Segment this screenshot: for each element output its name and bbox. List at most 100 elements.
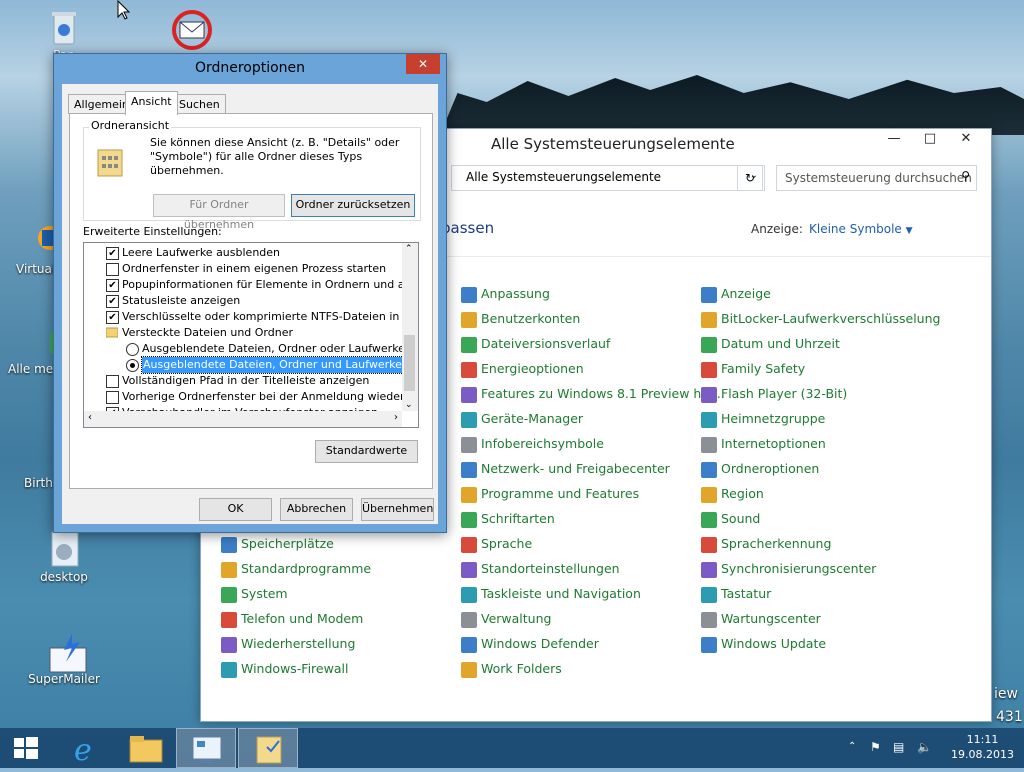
control-panel-item[interactable]: Verwaltung (461, 608, 551, 630)
control-panel-item[interactable]: Tastatur (701, 583, 771, 605)
view-dropdown[interactable]: Kleine Symbole ▼ (809, 222, 913, 236)
control-panel-item-label: Windows-Firewall (241, 661, 349, 676)
taskbar-control-panel[interactable] (176, 728, 236, 768)
settings-file-icon (46, 530, 82, 567)
control-panel-item[interactable]: BitLocker-Laufwerkverschlüsselung (701, 308, 940, 330)
control-panel-item-label: Anpassung (481, 286, 550, 301)
scroll-down-icon[interactable]: ⌄ (405, 400, 413, 410)
cancel-button[interactable]: Abbrechen (280, 498, 353, 521)
control-panel-item-icon (701, 361, 717, 378)
address-bar[interactable]: Alle Systemsteuerungselemente ⌄ (451, 165, 765, 191)
setting-label: Ordnerfenster in einem eigenen Prozess s… (122, 262, 387, 275)
setting-radio[interactable] (126, 359, 139, 372)
taskbar-file-explorer[interactable] (116, 728, 176, 768)
close-button[interactable]: ✕ (406, 54, 440, 74)
minimize-button[interactable]: — (877, 129, 911, 149)
control-panel-item[interactable]: System (221, 583, 288, 605)
setting-label: Vorherige Ordnerfenster bei der Anmeldun… (122, 390, 419, 403)
control-panel-item[interactable]: Family Safety (701, 358, 805, 380)
search-placeholder: Systemsteuerung durchsuchen (785, 171, 972, 185)
folder-icon (105, 325, 119, 344)
control-panel-item[interactable]: Energieoptionen (461, 358, 584, 380)
scroll-right-icon[interactable]: › (394, 412, 398, 423)
setting-checkbox[interactable]: ✔ (106, 247, 119, 260)
control-panel-item-icon (461, 536, 477, 553)
setting-radio[interactable] (126, 343, 139, 356)
control-panel-item[interactable]: Features zu Windows 8.1 Preview hin... (461, 383, 725, 405)
desktop-icon-supermailer[interactable]: SuperMailer (24, 632, 104, 686)
control-panel-item[interactable]: Standardprogramme (221, 558, 371, 580)
advanced-settings-list[interactable]: ✔ Leere Laufwerke ausblenden Ordnerfenster… (83, 242, 419, 428)
mail-shortcut-icon[interactable] (168, 8, 216, 53)
setting-checkbox[interactable]: ✔ (106, 295, 119, 308)
control-panel-item[interactable]: Sprache (461, 533, 532, 555)
scroll-left-icon[interactable]: ‹ (88, 412, 92, 423)
control-panel-item[interactable]: Anzeige (701, 283, 771, 305)
control-panel-item[interactable]: Windows-Firewall (221, 658, 348, 680)
taskbar-internet-explorer[interactable]: e (56, 728, 116, 768)
control-panel-item[interactable]: Datum und Uhrzeit (701, 333, 840, 355)
control-panel-item[interactable]: Programme und Features (461, 483, 639, 505)
control-panel-item[interactable]: Work Folders (461, 658, 562, 680)
control-panel-item[interactable]: Spracherkennung (701, 533, 831, 555)
control-panel-item[interactable]: Dateiversionsverlauf (461, 333, 610, 355)
control-panel-item-icon (461, 461, 477, 478)
start-button[interactable] (0, 728, 60, 768)
control-panel-item[interactable]: Netzwerk- und Freigabecenter (461, 458, 670, 480)
control-panel-item[interactable]: Sound (701, 508, 760, 530)
control-panel-item[interactable]: Geräte-Manager (461, 408, 583, 430)
restore-defaults-button[interactable]: Standardwerte (315, 440, 418, 463)
setting-checkbox[interactable] (106, 375, 119, 388)
show-hidden-icons-button[interactable]: ⌃ (848, 741, 856, 752)
apply-button[interactable]: Übernehmen (361, 498, 434, 521)
setting-checkbox[interactable]: ✔ (106, 311, 119, 324)
tab-view[interactable]: Ansicht (125, 91, 178, 115)
control-panel-item[interactable]: Region (701, 483, 764, 505)
control-panel-item[interactable]: Anpassung (461, 283, 550, 305)
desktop-watermark-line2: 431 (996, 709, 1023, 725)
setting-checkbox[interactable]: ✔ (106, 279, 119, 292)
maximize-button[interactable]: □ (913, 129, 947, 149)
control-panel-item[interactable]: Heimnetzgruppe (701, 408, 825, 430)
control-panel-item[interactable]: Taskleiste und Navigation (461, 583, 641, 605)
control-panel-item[interactable]: Benutzerkonten (461, 308, 580, 330)
desktop-icon-desktop-file[interactable]: desktop (24, 530, 104, 584)
volume-icon[interactable]: 🔈 (917, 740, 932, 754)
setting-checkbox[interactable] (106, 263, 119, 276)
clock[interactable]: 11:11 19.08.2013 (951, 732, 1014, 762)
vertical-scrollbar[interactable]: ⌃ ⌄ (402, 243, 418, 411)
apply-to-folders-button[interactable]: Für Ordner übernehmen (153, 194, 285, 231)
control-panel-item[interactable]: Standorteinstellungen (461, 558, 620, 580)
search-input[interactable]: Systemsteuerung durchsuchen ⚲ (776, 165, 977, 191)
control-panel-item[interactable]: Wiederherstellung (221, 633, 355, 655)
action-center-flag-icon[interactable]: ⚑ (870, 740, 881, 754)
control-panel-item[interactable]: Windows Update (701, 633, 826, 655)
control-panel-item[interactable]: Speicherplätze (221, 533, 334, 555)
search-icon[interactable]: ⚲ (961, 169, 970, 183)
taskbar-folder-options[interactable] (238, 728, 298, 768)
setting-label: Leere Laufwerke ausblenden (122, 246, 281, 259)
control-panel-item[interactable]: Synchronisierungscenter (701, 558, 876, 580)
control-panel-item[interactable]: Infobereichsymbole (461, 433, 604, 455)
control-panel-item[interactable]: Telefon und Modem (221, 608, 363, 630)
setting-checkbox[interactable] (106, 391, 119, 404)
control-panel-item[interactable]: Flash Player (32-Bit) (701, 383, 847, 405)
scroll-up-icon[interactable]: ⌃ (405, 244, 413, 254)
close-button[interactable]: ✕ (949, 129, 983, 149)
window-title: Alle Systemsteuerungselemente (491, 135, 735, 153)
control-panel-item[interactable]: Internetoptionen (701, 433, 826, 455)
refresh-button[interactable]: ↻ (737, 165, 763, 191)
control-panel-item-label: Programme und Features (481, 486, 640, 501)
network-icon[interactable]: ▤ (893, 740, 904, 754)
control-panel-item-label: Sprache (481, 536, 533, 551)
control-panel-item[interactable]: Windows Defender (461, 633, 599, 655)
tab-search[interactable]: Suchen (173, 94, 226, 114)
horizontal-scrollbar[interactable]: ‹ › (84, 411, 402, 427)
control-panel-item[interactable]: Ordneroptionen (701, 458, 819, 480)
reset-folders-button[interactable]: Ordner zurücksetzen (291, 194, 415, 217)
scrollbar-thumb[interactable] (404, 335, 415, 391)
control-panel-item[interactable]: Schriftarten (461, 508, 555, 530)
clock-time: 11:11 (966, 733, 999, 746)
control-panel-item[interactable]: Wartungscenter (701, 608, 821, 630)
ok-button[interactable]: OK (199, 498, 272, 521)
